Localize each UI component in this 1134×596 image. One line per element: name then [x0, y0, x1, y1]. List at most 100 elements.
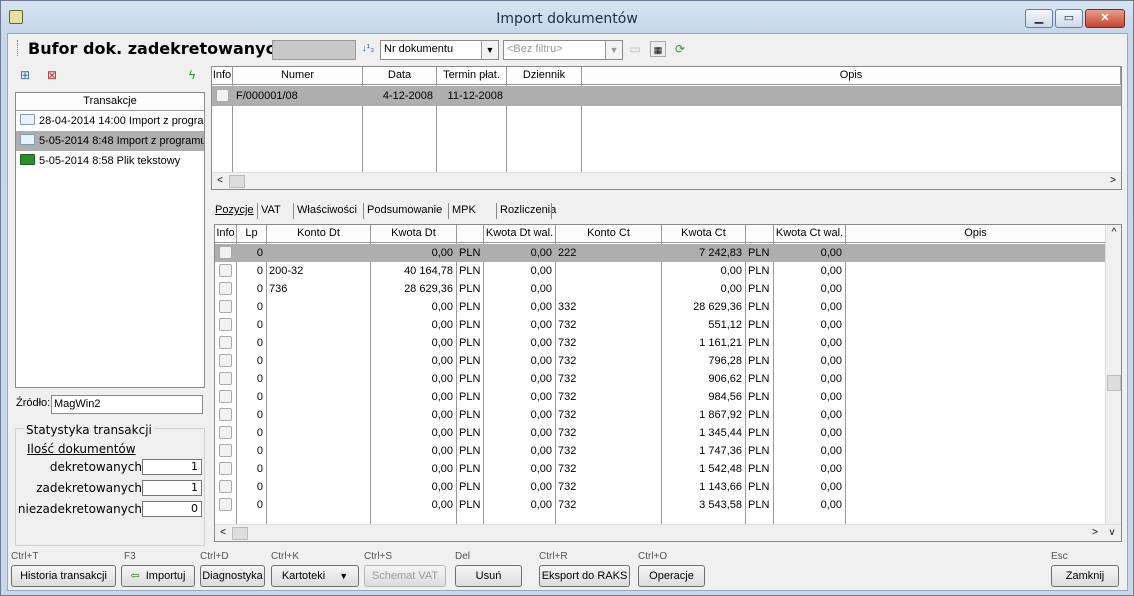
column-header-1[interactable]: Lp [237, 225, 267, 243]
position-row[interactable]: 0 0,00 PLN 0,00 732 1 143,66 PLN 0,00 [215, 478, 1106, 496]
column-header-6[interactable]: Konto Ct [556, 225, 662, 243]
scrollbar-thumb[interactable] [229, 175, 245, 188]
chevron-up-icon[interactable]: ^ [1106, 225, 1121, 241]
minimize-button[interactable]: ▁ [1025, 9, 1053, 28]
chevron-right-icon[interactable]: > [1087, 525, 1103, 541]
button-historia-transakcji[interactable]: Historia transakcji [11, 565, 116, 587]
tab-pozycje[interactable]: Pozycje [215, 203, 254, 218]
position-row[interactable]: 0 0,00 PLN 0,00 732 1 542,48 PLN 0,00 [215, 460, 1106, 478]
button-label: Eksport do RAKS [541, 570, 628, 582]
position-row[interactable]: 0 0,00 PLN 0,00 732 1 867,92 PLN 0,00 [215, 406, 1106, 424]
lightning-icon[interactable]: ϟ [184, 67, 200, 83]
document-icon [219, 354, 232, 367]
position-cell: 0,00 [820, 373, 842, 385]
toolbar-grip[interactable] [17, 40, 20, 56]
column-header-3[interactable]: Termin płat. [437, 67, 507, 85]
button-eksport-do-raks[interactable]: Eksport do RAKS [539, 565, 630, 587]
column-header-2[interactable]: Data [363, 67, 437, 85]
delete-transaction-icon[interactable]: ⊠ [44, 67, 60, 83]
scrollbar-thumb[interactable] [1107, 375, 1121, 391]
position-cell: 0,00 [530, 463, 552, 475]
chevron-down-icon[interactable]: ▼ [605, 41, 622, 59]
sort-field-select[interactable]: Nr dokumentu ▼ [380, 40, 499, 60]
button-kartoteki[interactable]: Kartoteki ▼ [271, 565, 359, 587]
filter-select[interactable]: <Bez filtru> ▼ [503, 40, 623, 60]
tab-podsumowanie[interactable]: Podsumowanie [367, 203, 442, 218]
folder-icon[interactable]: ▭ [627, 41, 643, 57]
maximize-button[interactable]: ▭ [1055, 9, 1083, 28]
button-importuj[interactable]: ⇦ Importuj [121, 565, 195, 587]
column-header-9[interactable]: Kwota Ct wal. [774, 225, 846, 243]
column-header-5[interactable]: Kwota Dt wal. [484, 225, 556, 243]
chevron-down-icon[interactable]: ▼ [481, 41, 498, 59]
tab-mpk[interactable]: MPK [452, 203, 476, 218]
chevron-left-icon[interactable]: < [212, 173, 228, 189]
position-row[interactable]: 0 0,00 PLN 0,00 732 1 747,36 PLN 0,00 [215, 442, 1106, 460]
chevron-right-icon[interactable]: > [1105, 173, 1121, 189]
close-window-button[interactable]: ✕ [1085, 9, 1125, 28]
position-cell: 0 [256, 319, 263, 331]
button-diagnostyka[interactable]: Diagnostyka [200, 565, 265, 587]
position-cell: 0,00 [530, 409, 552, 421]
position-cell: 332 [558, 301, 577, 313]
position-row[interactable]: 0 0,00 PLN 0,00 732 1 161,21 PLN 0,00 [215, 334, 1106, 352]
position-row[interactable]: 0 0,00 PLN 0,00 732 1 345,44 PLN 0,00 [215, 424, 1106, 442]
column-header-10[interactable]: Opis [846, 225, 1106, 243]
vertical-scrollbar[interactable]: ^ [1105, 225, 1121, 525]
column-header-5[interactable]: Opis [582, 67, 1121, 85]
button-zamknij[interactable]: Zamknij [1051, 565, 1119, 587]
document-icon [219, 282, 232, 295]
position-row[interactable]: 0 0,00 PLN 0,00 732 796,28 PLN 0,00 [215, 352, 1106, 370]
column-header-0[interactable]: Info [212, 67, 233, 85]
position-cell: PLN [748, 355, 770, 367]
add-transaction-icon[interactable]: ⊞ [17, 67, 33, 83]
document-icon [219, 408, 232, 421]
column-header-7[interactable]: Kwota Ct [662, 225, 746, 243]
tab-vat[interactable]: VAT [261, 203, 281, 218]
position-cell: PLN [459, 337, 481, 349]
position-row[interactable]: 0 0,00 PLN 0,00 732 551,12 PLN 0,00 [215, 316, 1106, 334]
scrollbar-thumb[interactable] [232, 527, 248, 540]
transaction-item[interactable]: 5-05-2014 8:48 Import z programu [16, 131, 204, 151]
transaction-item[interactable]: 5-05-2014 8:58 Plik tekstowy [16, 151, 204, 171]
column-header-0[interactable]: Info [215, 225, 237, 243]
document-termin: 11-12-2008 [447, 90, 503, 102]
column-header-2[interactable]: Konto Dt [267, 225, 371, 243]
tab-właściwości[interactable]: Właściwości [297, 203, 357, 218]
transaction-item[interactable]: 28-04-2014 14:00 Import z programu [16, 111, 204, 131]
position-cell: PLN [748, 319, 770, 331]
position-row[interactable]: 0 0,00 PLN 0,00 222 7 242,83 PLN 0,00 [215, 244, 1106, 262]
column-header-1[interactable]: Numer [233, 67, 363, 85]
position-cell: 0,00 [530, 337, 552, 349]
title-bar[interactable]: Import dokumentów ▁ ▭ ✕ [1, 1, 1133, 33]
chevron-down-icon[interactable]: v [1104, 525, 1120, 541]
position-cell: 0 [256, 427, 263, 439]
button-schemat-vat[interactable]: Schemat VAT [364, 565, 446, 587]
position-row[interactable]: 0 0,00 PLN 0,00 732 3 543,58 PLN 0,00 [215, 496, 1106, 514]
horizontal-scrollbar[interactable]: < > v [215, 524, 1121, 541]
grid-view-icon[interactable]: ▦ [650, 41, 666, 57]
source-field[interactable]: MagWin2 [51, 395, 203, 414]
column-header-3[interactable]: Kwota Dt [371, 225, 457, 243]
column-header-4[interactable]: Dziennik [507, 67, 582, 85]
position-row[interactable]: 0 0,00 PLN 0,00 732 906,62 PLN 0,00 [215, 370, 1106, 388]
position-cell: 0,00 [820, 409, 842, 421]
document-row[interactable]: F/000001/08 4-12-2008 11-12-2008 [212, 86, 1121, 106]
chevron-left-icon[interactable]: < [215, 525, 231, 541]
position-row[interactable]: 0 736 28 629,36 PLN 0,00 0,00 PLN 0,00 [215, 280, 1106, 298]
column-header-8[interactable] [746, 225, 774, 243]
button-usuń[interactable]: Usuń [455, 565, 522, 587]
sort-az-icon[interactable]: ↓¹₃ [360, 41, 376, 57]
tab-rozliczenia[interactable]: Rozliczenia [500, 203, 556, 218]
refresh-icon[interactable]: ⟳ [672, 41, 688, 57]
position-row[interactable]: 0 200-32 40 164,78 PLN 0,00 0,00 PLN 0,00 [215, 262, 1106, 280]
position-row[interactable]: 0 0,00 PLN 0,00 732 984,56 PLN 0,00 [215, 388, 1106, 406]
column-header-4[interactable] [457, 225, 484, 243]
position-cell: 0,00 [431, 463, 453, 475]
horizontal-scrollbar[interactable]: < > [212, 172, 1121, 189]
position-cell: 732 [558, 391, 577, 403]
position-row[interactable]: 0 0,00 PLN 0,00 332 28 629,36 PLN 0,00 [215, 298, 1106, 316]
button-operacje[interactable]: Operacje [638, 565, 705, 587]
position-cell: PLN [748, 499, 770, 511]
position-cell: 0,00 [720, 283, 742, 295]
